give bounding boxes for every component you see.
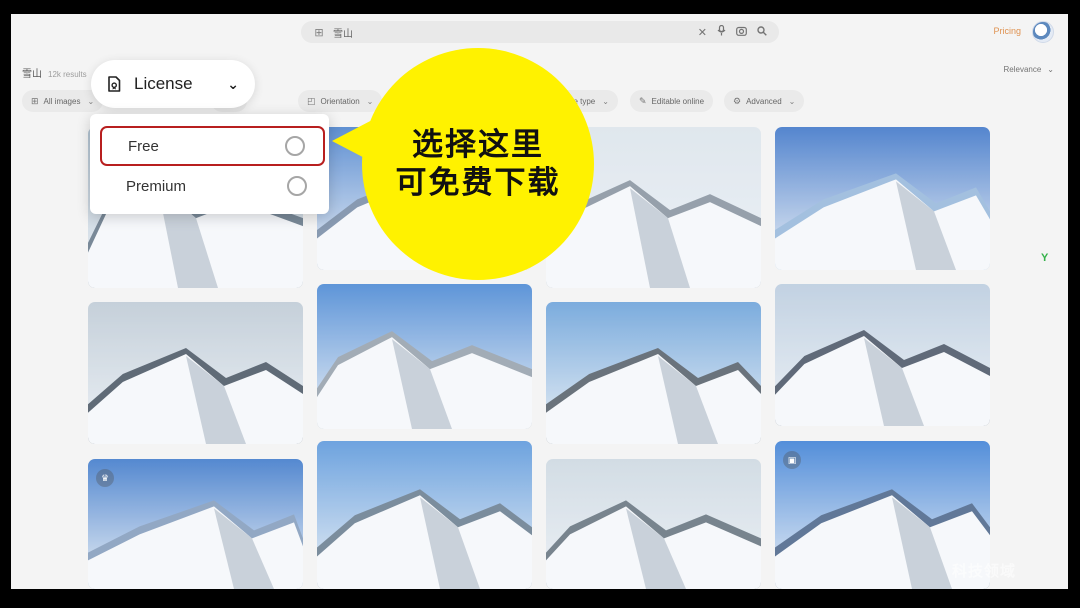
filter-label: Editable online bbox=[651, 96, 705, 106]
callout-line-1: 选择这里 bbox=[412, 127, 544, 163]
premium-crown-icon: ♛ bbox=[96, 469, 114, 487]
editable-icon: ▣ bbox=[783, 451, 801, 469]
image-thumbnail[interactable] bbox=[88, 302, 303, 444]
license-dropdown-menu: Free Premium bbox=[90, 114, 329, 214]
watermark-logo: 科技领域 bbox=[951, 563, 1016, 580]
chevron-down-icon: ⌄ bbox=[366, 96, 374, 106]
filter-all-images[interactable]: ⊞ All images ⌄ bbox=[22, 90, 104, 112]
option-label: Free bbox=[128, 137, 159, 155]
pencil-icon: ✎ bbox=[639, 95, 647, 106]
clear-icon[interactable]: ✕ bbox=[698, 26, 707, 39]
chevron-down-icon: ⌄ bbox=[602, 96, 609, 106]
radio-button[interactable] bbox=[287, 176, 307, 196]
results-heading: 雪山 12k results bbox=[22, 65, 87, 80]
image-thumbnail[interactable] bbox=[317, 284, 532, 429]
radio-button[interactable] bbox=[285, 136, 305, 156]
user-avatar[interactable] bbox=[1032, 21, 1054, 43]
filter-advanced[interactable]: ⚙ Advanced ⌄ bbox=[724, 90, 805, 112]
image-thumbnail[interactable] bbox=[546, 302, 761, 444]
camera-icon[interactable] bbox=[736, 26, 747, 39]
image-thumbnail[interactable]: ♛ bbox=[88, 459, 303, 589]
side-logo-icon: Y bbox=[1041, 252, 1049, 264]
filter-orientation[interactable]: ◰ Orientation ⌄ bbox=[298, 90, 383, 112]
chevron-down-icon: ⌄ bbox=[87, 96, 95, 106]
search-bar[interactable]: ⊞ 雪山 ✕ bbox=[301, 21, 779, 43]
image-thumbnail[interactable] bbox=[317, 441, 532, 589]
image-thumbnail[interactable] bbox=[775, 127, 990, 270]
filter-editable-online[interactable]: ✎ Editable online bbox=[630, 90, 714, 112]
license-option-free[interactable]: Free bbox=[100, 126, 325, 166]
filter-label: Advanced bbox=[746, 96, 782, 106]
grid-icon: ⊞ bbox=[31, 95, 39, 106]
callout-line-2: 可免费下载 bbox=[395, 165, 561, 201]
mic-icon[interactable] bbox=[717, 24, 726, 39]
orientation-icon: ◰ bbox=[307, 95, 316, 106]
image-thumbnail[interactable] bbox=[775, 284, 990, 426]
sort-dropdown[interactable]: Relevance ⌄ bbox=[1003, 65, 1054, 74]
image-thumbnail[interactable] bbox=[546, 459, 761, 589]
license-option-premium[interactable]: Premium bbox=[100, 166, 325, 206]
results-count: 12k results bbox=[48, 70, 87, 79]
option-label: Premium bbox=[126, 177, 187, 195]
filter-label: All images bbox=[43, 96, 81, 106]
license-filter-button[interactable]: License ⌄ bbox=[91, 60, 255, 108]
chevron-down-icon: ⌄ bbox=[788, 96, 796, 106]
chevron-down-icon: ⌄ bbox=[1047, 65, 1054, 74]
chevron-down-icon: ⌄ bbox=[227, 75, 239, 92]
gear-icon: ⚙ bbox=[733, 95, 742, 106]
license-label: License bbox=[134, 74, 193, 93]
license-doc-icon bbox=[108, 76, 121, 92]
search-query[interactable]: 雪山 bbox=[333, 25, 698, 40]
search-icon[interactable] bbox=[757, 25, 767, 39]
sort-label: Relevance bbox=[1003, 65, 1042, 74]
pricing-link[interactable]: Pricing bbox=[993, 26, 1021, 36]
filter-label: Orientation bbox=[320, 96, 360, 106]
callout-bubble: 选择这里 可免费下载 bbox=[362, 48, 594, 280]
results-title: 雪山 bbox=[22, 69, 42, 80]
grid-search-icon[interactable]: ⊞ bbox=[313, 26, 325, 39]
